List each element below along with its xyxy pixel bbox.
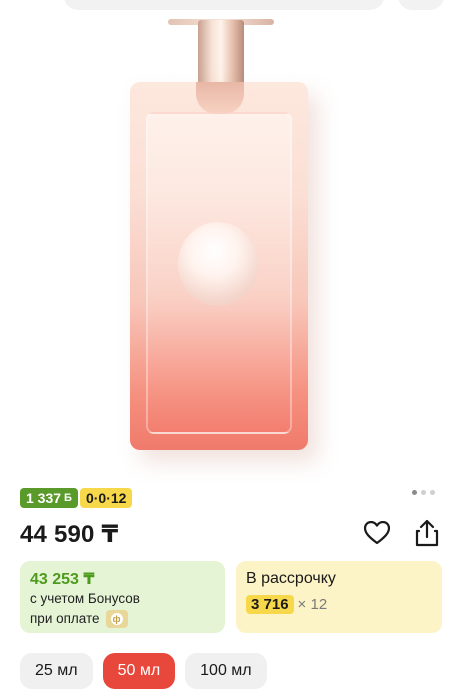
share-button[interactable] bbox=[412, 518, 442, 548]
product-price: 44 590 ₸ bbox=[20, 521, 119, 548]
bottle-sphere bbox=[178, 222, 258, 306]
carousel-dots bbox=[412, 490, 435, 495]
bonus-badge-value: 1 337 bbox=[26, 490, 62, 506]
carousel-dot[interactable] bbox=[421, 490, 426, 495]
installment-amount: 3 716 bbox=[246, 595, 294, 614]
bonus-badge: 1 337 Б bbox=[20, 488, 78, 508]
installment-multiplier: × 12 bbox=[297, 596, 328, 613]
bonus-price-card[interactable]: 43 253 ₸ с учетом Бонусов при оплате ф bbox=[20, 561, 225, 633]
kaspi-icon: ф bbox=[105, 610, 128, 628]
heart-icon bbox=[364, 521, 390, 545]
volume-option-50[interactable]: 50 мл bbox=[102, 653, 176, 689]
installment-title: В рассрочку bbox=[246, 570, 336, 587]
carousel-dot[interactable] bbox=[430, 490, 435, 495]
volume-option-25[interactable]: 25 мл bbox=[20, 653, 93, 689]
volume-option-100[interactable]: 100 мл bbox=[185, 653, 267, 689]
carousel-dot[interactable] bbox=[412, 490, 417, 495]
bonus-price-note: с учетом Бонусов bbox=[30, 591, 140, 606]
volume-selector: 25 мл 50 мл 100 мл bbox=[20, 653, 267, 689]
installment-card[interactable]: В рассрочку 3 716 × 12 bbox=[236, 561, 442, 633]
favorite-button[interactable] bbox=[362, 518, 392, 548]
bonus-payment-note: при оплате bbox=[30, 611, 100, 626]
bonus-currency-icon: Б bbox=[64, 492, 72, 504]
share-icon bbox=[415, 519, 439, 547]
bonus-price: 43 253 ₸ bbox=[30, 571, 95, 588]
installment-badge: 0·0·12 bbox=[79, 488, 133, 508]
promo-badges: 1 337 Б 0·0·12 bbox=[20, 488, 133, 508]
bottle-neck bbox=[196, 82, 244, 114]
product-image[interactable] bbox=[0, 0, 462, 480]
bottle-cap bbox=[198, 20, 244, 84]
